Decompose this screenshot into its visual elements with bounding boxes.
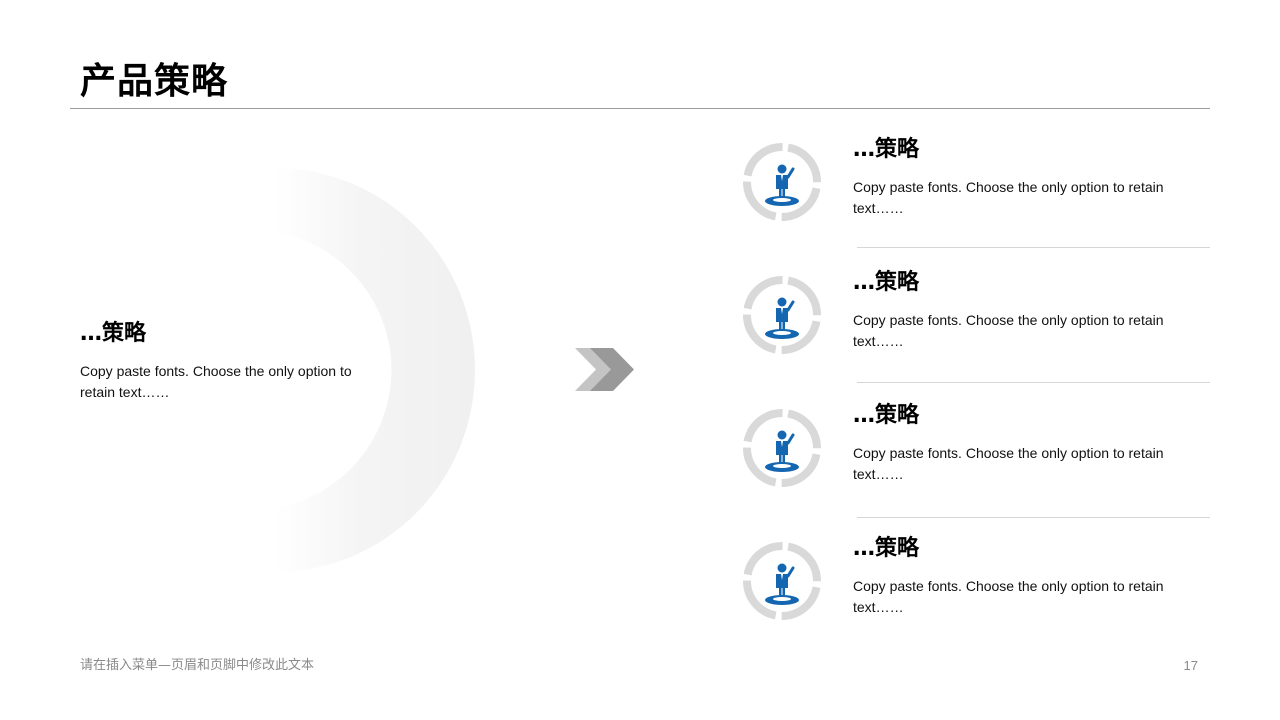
item-description: Copy paste fonts. Choose the only option…: [853, 179, 1164, 216]
person-on-platform-icon: [743, 542, 821, 620]
item-divider: [857, 382, 1210, 383]
footer-text: 请在插入菜单—页眉和页脚中修改此文本: [80, 658, 315, 673]
item-heading: …策略: [853, 270, 920, 295]
person-on-platform-icon: [743, 276, 821, 354]
strategy-item: …策略 Copy paste fonts. Choose the only op…: [740, 270, 1210, 373]
page-number: 17: [1183, 658, 1198, 673]
item-heading: …策略: [853, 403, 920, 428]
item-divider: [857, 247, 1210, 248]
item-description: Copy paste fonts. Choose the only option…: [853, 445, 1164, 482]
page-title: 产品策略: [80, 61, 229, 102]
title-underline: [70, 108, 1210, 109]
item-description: Copy paste fonts. Choose the only option…: [853, 578, 1164, 615]
item-divider: [857, 517, 1210, 518]
strategy-item: …策略 Copy paste fonts. Choose the only op…: [740, 536, 1210, 639]
strategy-item: …策略 Copy paste fonts. Choose the only op…: [740, 137, 1210, 240]
strategy-item: …策略 Copy paste fonts. Choose the only op…: [740, 403, 1210, 506]
item-heading: …策略: [853, 536, 920, 561]
left-description: Copy paste fonts. Choose the only option…: [80, 363, 352, 400]
person-on-platform-icon: [743, 409, 821, 487]
item-description: Copy paste fonts. Choose the only option…: [853, 312, 1164, 349]
left-heading: …策略: [80, 321, 147, 346]
person-on-platform-icon: [743, 143, 821, 221]
double-chevron-right-icon: [575, 348, 634, 391]
item-heading: …策略: [853, 137, 920, 162]
